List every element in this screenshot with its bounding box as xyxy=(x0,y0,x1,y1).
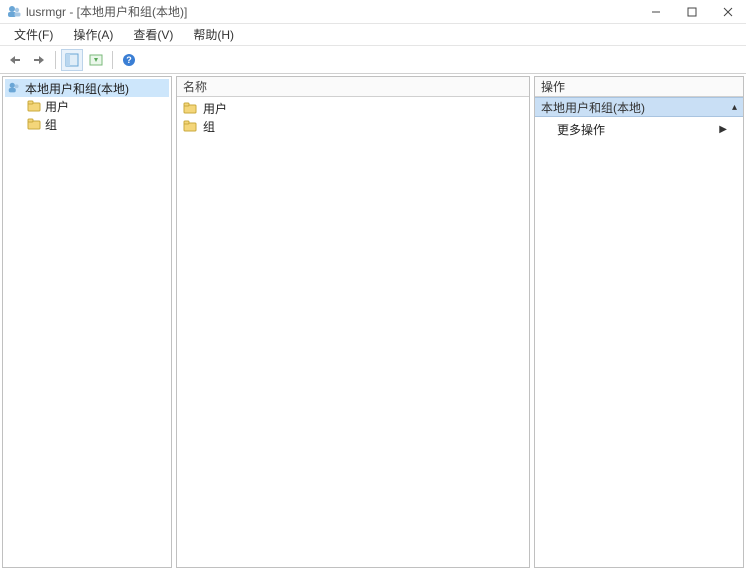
chevron-right-icon: ▶ xyxy=(719,124,727,135)
list-item-label: 组 xyxy=(203,118,215,135)
folder-icon xyxy=(27,117,41,131)
users-groups-icon xyxy=(7,81,21,95)
collapse-icon: ▴ xyxy=(732,102,737,113)
tree-users[interactable]: 用户 xyxy=(5,97,169,115)
menu-view[interactable]: 查看(V) xyxy=(123,24,183,45)
refresh-button[interactable] xyxy=(85,49,107,71)
tree-groups[interactable]: 组 xyxy=(5,115,169,133)
actions-group-title-text: 本地用户和组(本地) xyxy=(541,99,645,116)
main-content: 本地用户和组(本地) 用户 组 名称 xyxy=(0,74,746,570)
folder-icon xyxy=(183,119,197,133)
tree-groups-label: 组 xyxy=(45,116,57,133)
actions-header: 操作 xyxy=(535,77,743,97)
tree-root-label: 本地用户和组(本地) xyxy=(25,80,129,97)
nav-back-button[interactable] xyxy=(4,49,26,71)
title-bar: lusrmgr - [本地用户和组(本地)] xyxy=(0,0,746,24)
tree-root[interactable]: 本地用户和组(本地) xyxy=(5,79,169,97)
window-title: lusrmgr - [本地用户和组(本地)] xyxy=(26,3,638,20)
nav-forward-button[interactable] xyxy=(28,49,50,71)
list-item-label: 用户 xyxy=(203,100,227,117)
help-button[interactable]: ? xyxy=(118,49,140,71)
folder-icon xyxy=(183,101,197,115)
action-more[interactable]: 更多操作 ▶ xyxy=(535,117,743,141)
item-list: 用户 组 xyxy=(177,97,529,137)
show-hide-tree-button[interactable] xyxy=(61,49,83,71)
list-item-users[interactable]: 用户 xyxy=(179,99,527,117)
minimize-button[interactable] xyxy=(638,0,674,23)
action-more-label: 更多操作 xyxy=(557,121,605,138)
menu-help[interactable]: 帮助(H) xyxy=(183,24,244,45)
maximize-button[interactable] xyxy=(674,0,710,23)
menu-action[interactable]: 操作(A) xyxy=(63,24,123,45)
actions-group-title[interactable]: 本地用户和组(本地) ▴ xyxy=(535,97,743,117)
toolbar-separator xyxy=(112,51,113,69)
menu-file[interactable]: 文件(F) xyxy=(4,24,63,45)
svg-text:?: ? xyxy=(126,55,132,65)
window-controls xyxy=(638,0,746,23)
tree: 本地用户和组(本地) 用户 组 xyxy=(3,77,171,135)
toolbar-separator xyxy=(55,51,56,69)
tree-pane: 本地用户和组(本地) 用户 组 xyxy=(2,76,172,568)
menu-bar: 文件(F) 操作(A) 查看(V) 帮助(H) xyxy=(0,24,746,46)
list-item-groups[interactable]: 组 xyxy=(179,117,527,135)
close-button[interactable] xyxy=(710,0,746,23)
toolbar: ? xyxy=(0,46,746,74)
app-icon xyxy=(6,4,22,20)
list-pane: 名称 用户 组 xyxy=(176,76,530,568)
folder-icon xyxy=(27,99,41,113)
column-header-name[interactable]: 名称 xyxy=(177,77,529,97)
tree-users-label: 用户 xyxy=(45,98,69,115)
actions-pane: 操作 本地用户和组(本地) ▴ 更多操作 ▶ xyxy=(534,76,744,568)
